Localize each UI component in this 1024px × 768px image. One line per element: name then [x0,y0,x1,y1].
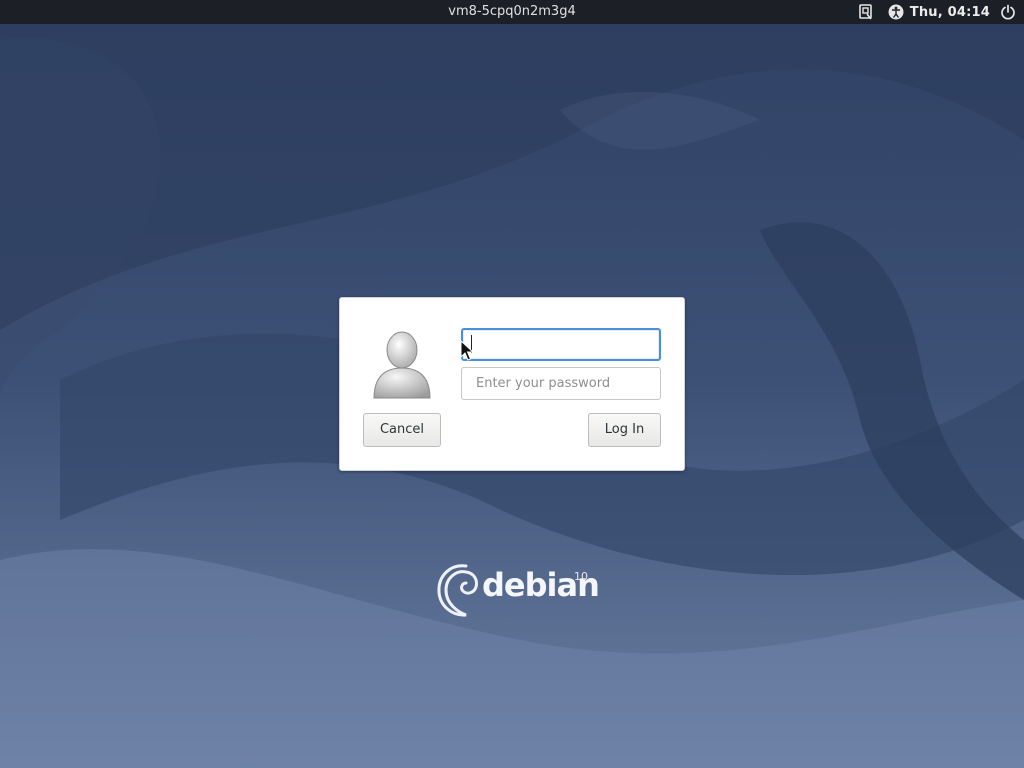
accessibility-icon[interactable] [888,4,904,20]
user-avatar-icon [373,331,431,399]
power-icon[interactable] [1000,4,1016,20]
clock-label[interactable]: Thu, 04:14 [910,5,990,20]
debian-swirl-icon [437,564,478,617]
top-panel: vm8-5cpq0n2m3g4 Thu, 04:14 [0,0,1024,24]
username-input[interactable] [461,328,661,361]
login-button[interactable]: Log In [588,413,661,447]
system-tray: Thu, 04:14 [858,0,1016,24]
debian-version-label: 10 [574,570,588,583]
keyboard-layout-icon[interactable] [858,4,874,20]
login-dialog: Cancel Log In [339,297,685,471]
debian-logo: debian 10 [436,560,600,620]
mouse-cursor-icon [460,340,474,361]
cancel-button[interactable]: Cancel [363,413,441,447]
password-input[interactable] [461,367,661,400]
